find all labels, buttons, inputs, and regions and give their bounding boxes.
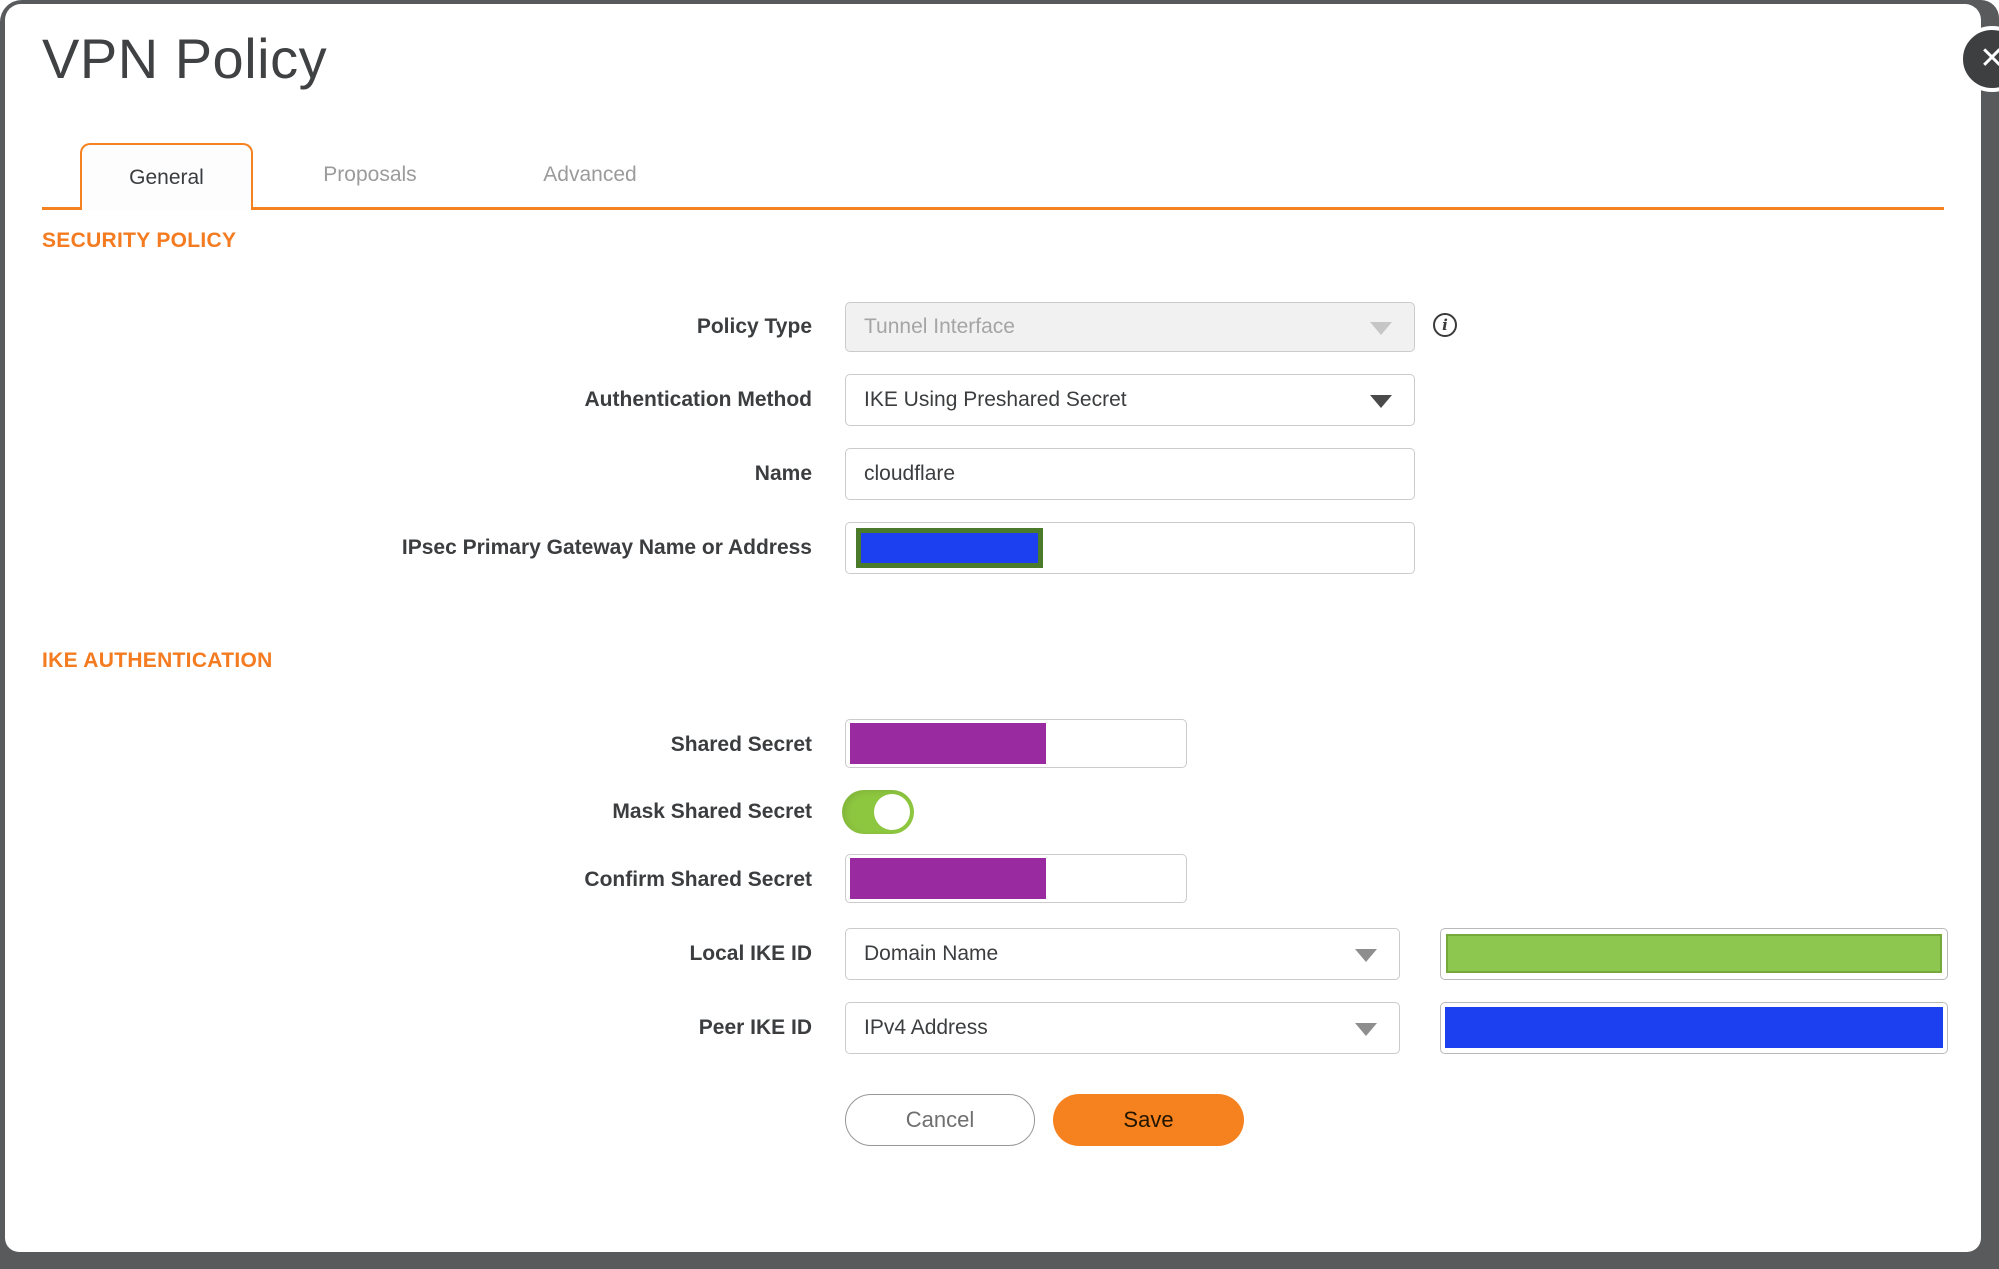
dropdown-caret-icon: [1355, 949, 1377, 962]
mask-shared-secret-toggle[interactable]: [842, 790, 914, 834]
peer-ike-id-select[interactable]: IPv4 Address: [845, 1002, 1400, 1054]
vpn-policy-dialog: [5, 4, 1981, 1252]
peer-ike-id-value-input[interactable]: [1440, 1002, 1948, 1054]
peer-ike-id-type: IPv4 Address: [864, 1016, 988, 1039]
shared-secret-value-redacted: [850, 723, 1046, 764]
security-policy-heading: SECURITY POLICY: [42, 229, 237, 252]
tab-general[interactable]: General: [80, 143, 253, 210]
save-button[interactable]: Save: [1053, 1094, 1244, 1146]
policy-type-label: Policy Type: [696, 315, 812, 338]
close-icon: ✕: [1979, 42, 1999, 75]
shared-secret-label: Shared Secret: [670, 733, 812, 756]
local-ike-id-value-redacted: [1446, 934, 1942, 973]
shared-secret-input[interactable]: [845, 719, 1187, 768]
gateway-value-redacted: [856, 528, 1043, 568]
peer-ike-id-value-redacted: [1445, 1007, 1943, 1048]
dropdown-caret-icon: [1355, 1023, 1377, 1036]
info-icon[interactable]: i: [1433, 313, 1457, 337]
ike-authentication-heading: IKE AUTHENTICATION: [42, 649, 273, 672]
name-label: Name: [754, 462, 812, 485]
auth-method-value: IKE Using Preshared Secret: [864, 388, 1127, 411]
gateway-input[interactable]: [845, 522, 1415, 574]
gateway-label: IPsec Primary Gateway Name or Address: [401, 536, 812, 559]
dialog-title: VPN Policy: [42, 27, 328, 90]
policy-type-select: Tunnel Interface: [845, 302, 1415, 352]
confirm-shared-secret-value-redacted: [850, 858, 1046, 899]
policy-type-value: Tunnel Interface: [864, 315, 1015, 338]
tab-advanced[interactable]: Advanced: [510, 163, 670, 187]
vpn-policy-screen: VPN Policy ✕ General Proposals Advanced …: [0, 0, 1999, 1269]
name-input[interactable]: cloudflare: [845, 448, 1415, 500]
peer-ike-id-label: Peer IKE ID: [698, 1016, 812, 1039]
dropdown-caret-icon: [1370, 395, 1392, 408]
local-ike-id-label: Local IKE ID: [689, 942, 812, 965]
toggle-knob: [874, 794, 910, 830]
local-ike-id-type: Domain Name: [864, 942, 999, 965]
local-ike-id-select[interactable]: Domain Name: [845, 928, 1400, 980]
local-ike-id-value-input[interactable]: [1440, 928, 1948, 980]
confirm-shared-secret-input[interactable]: [845, 854, 1187, 903]
cancel-button[interactable]: Cancel: [845, 1094, 1035, 1146]
tabbar-accent-line: [42, 207, 1944, 210]
dropdown-caret-icon: [1370, 322, 1392, 335]
auth-method-label: Authentication Method: [584, 388, 812, 411]
name-value: cloudflare: [864, 462, 956, 485]
mask-shared-secret-label: Mask Shared Secret: [612, 800, 812, 823]
tab-proposals[interactable]: Proposals: [290, 163, 450, 187]
auth-method-select[interactable]: IKE Using Preshared Secret: [845, 374, 1415, 426]
confirm-shared-secret-label: Confirm Shared Secret: [584, 868, 812, 891]
